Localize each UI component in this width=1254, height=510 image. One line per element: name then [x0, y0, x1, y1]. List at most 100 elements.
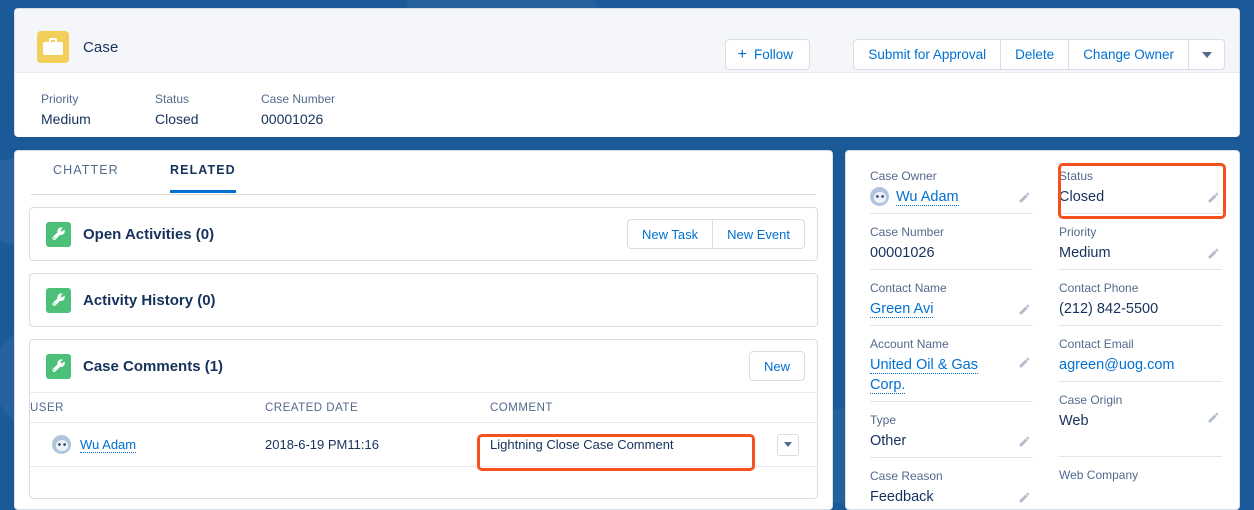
case-comments-table: User Created Date Comment Wu Adam 2018-6… [30, 392, 817, 467]
field-label-web-company: Web Company [1059, 468, 1139, 482]
table-row: Wu Adam 2018-6-19 PM11:16 Lightning Clos… [30, 422, 817, 467]
field-label-case-reason: Case Reason [870, 469, 943, 483]
related-list-case-comments: Case Comments (1) New User Created Date … [29, 339, 818, 499]
pencil-icon[interactable] [1018, 303, 1031, 316]
related-list-title: Case Comments (1) [83, 357, 224, 375]
field-value-case-origin: Web [1059, 413, 1089, 429]
tab-chatter[interactable]: Chatter [53, 163, 119, 190]
record-highlights-panel: Case + Follow Submit for Approval Delete… [14, 8, 1240, 137]
field-account-name: Account Name United Oil & Gas Corp. [870, 337, 1033, 402]
field-status: Status Closed [1059, 169, 1222, 214]
column-header-comment[interactable]: Comment [490, 392, 817, 423]
related-list-footer[interactable] [30, 467, 817, 498]
record-details-panel: Case Owner Wu Adam Case Number 00001026 … [845, 150, 1240, 510]
pencil-icon[interactable] [1018, 435, 1031, 448]
delete-button[interactable]: Delete [1000, 39, 1069, 70]
case-owner-link[interactable]: Wu Adam [896, 189, 959, 206]
field-contact-name: Contact Name Green Avi [870, 281, 1033, 326]
related-list-title: Open Activities (0) [83, 225, 215, 243]
field-value-case-reason: Feedback [870, 489, 934, 505]
user-link[interactable]: Wu Adam [80, 437, 137, 453]
pencil-icon[interactable] [1018, 491, 1031, 504]
submit-for-approval-button[interactable]: Submit for Approval [853, 39, 1001, 70]
contact-name-link[interactable]: Green Avi [870, 301, 934, 318]
field-value-contact-phone: (212) 842-5500 [1059, 301, 1159, 317]
field-value-account-name: United Oil & Gas Corp. [870, 355, 1033, 395]
follow-button-label: Follow [753, 46, 793, 62]
related-list-title: Activity History (0) [83, 291, 216, 309]
more-actions-button[interactable] [1188, 39, 1225, 70]
salesforce-case-record-page: Case + Follow Submit for Approval Delete… [0, 0, 1254, 510]
field-label-status: Status [1059, 169, 1094, 183]
field-label-contact-name: Contact Name [870, 281, 947, 295]
field-case-reason: Case Reason Feedback [870, 469, 1033, 509]
plus-icon: + [737, 45, 747, 63]
related-list-actions: New Task New Event [627, 219, 805, 249]
field-value-type: Other [870, 433, 907, 449]
highlights-header-row: Case + Follow Submit for Approval Delete… [15, 9, 1239, 72]
comment-text: Lightning Close Case Comment [490, 437, 674, 452]
chevron-down-icon [784, 442, 792, 447]
pencil-icon[interactable] [1018, 356, 1031, 369]
pencil-icon[interactable] [1018, 191, 1031, 204]
column-header-user[interactable]: User [30, 392, 265, 423]
details-right-column: Status Closed Priority Medium Contact Ph… [1059, 169, 1222, 509]
pencil-icon[interactable] [1207, 191, 1220, 204]
related-list-header: Activity History (0) [30, 274, 817, 326]
details-left-column: Case Owner Wu Adam Case Number 00001026 … [870, 169, 1033, 509]
cell-comment: Lightning Close Case Comment [490, 422, 817, 467]
field-priority: Priority Medium [1059, 225, 1222, 270]
field-web-company: Web Company [1059, 468, 1222, 509]
avatar [52, 435, 71, 454]
field-case-origin: Case Origin Web [1059, 393, 1222, 457]
row-actions-dropdown-button[interactable] [777, 433, 799, 456]
highlight-label-priority: Priority [41, 92, 79, 106]
avatar [870, 187, 889, 206]
wrench-icon [46, 353, 71, 379]
related-list-header: Case Comments (1) New [30, 340, 817, 392]
related-list-activity-history: Activity History (0) [29, 273, 818, 327]
column-header-created-date[interactable]: Created Date [265, 392, 490, 423]
tab-related[interactable]: Related [170, 163, 236, 193]
pencil-icon[interactable] [1207, 247, 1220, 260]
page-title: Case [83, 39, 119, 56]
account-name-link[interactable]: United Oil & Gas Corp. [870, 357, 978, 394]
briefcase-icon [37, 31, 69, 63]
field-label-priority: Priority [1059, 225, 1097, 239]
field-contact-email: Contact Email agreen@uog.com [1059, 337, 1222, 382]
field-case-number: Case Number 00001026 [870, 225, 1033, 270]
field-value-priority: Medium [1059, 245, 1111, 261]
new-event-button[interactable]: New Event [712, 219, 805, 249]
field-value-contact-name: Green Avi [870, 299, 1033, 319]
highlight-value-priority: Medium [41, 111, 91, 127]
field-label-contact-phone: Contact Phone [1059, 281, 1139, 295]
cell-created-date: 2018-6-19 PM11:16 [265, 422, 490, 467]
related-lists-panel: Chatter Related Open Activities (0) New … [14, 150, 833, 510]
field-label-contact-email: Contact Email [1059, 337, 1134, 351]
wrench-icon [46, 221, 71, 247]
field-label-type: Type [870, 413, 897, 427]
field-contact-phone: Contact Phone (212) 842-5500 [1059, 281, 1222, 326]
table-header-row: User Created Date Comment [30, 392, 817, 423]
contact-email-link[interactable]: agreen@uog.com [1059, 357, 1174, 373]
field-type: Type Other [870, 413, 1033, 458]
wrench-icon [46, 287, 71, 313]
new-task-button[interactable]: New Task [627, 219, 713, 249]
change-owner-button[interactable]: Change Owner [1068, 39, 1188, 70]
highlight-label-status: Status [155, 92, 190, 106]
field-label-account-name: Account Name [870, 337, 949, 351]
field-case-owner: Case Owner Wu Adam [870, 169, 1033, 214]
follow-button[interactable]: + Follow [724, 39, 810, 70]
chevron-down-icon [1201, 51, 1212, 58]
new-case-comment-button[interactable]: New [748, 351, 805, 381]
pencil-icon[interactable] [1207, 411, 1220, 424]
record-actions-button-group: Submit for Approval Delete Change Owner [853, 39, 1225, 70]
follow-button-group: + Follow [724, 39, 810, 70]
highlight-field-priority: Priority Medium [41, 92, 91, 127]
highlights-fields-row: Priority Medium Status Closed Case Numbe… [15, 72, 1239, 137]
cell-user: Wu Adam [30, 422, 265, 467]
related-list-header: Open Activities (0) New Task New Event [30, 208, 817, 260]
field-value-case-owner: Wu Adam [870, 187, 1033, 207]
field-value-case-number: 00001026 [870, 245, 935, 261]
related-list-open-activities: Open Activities (0) New Task New Event [29, 207, 818, 261]
